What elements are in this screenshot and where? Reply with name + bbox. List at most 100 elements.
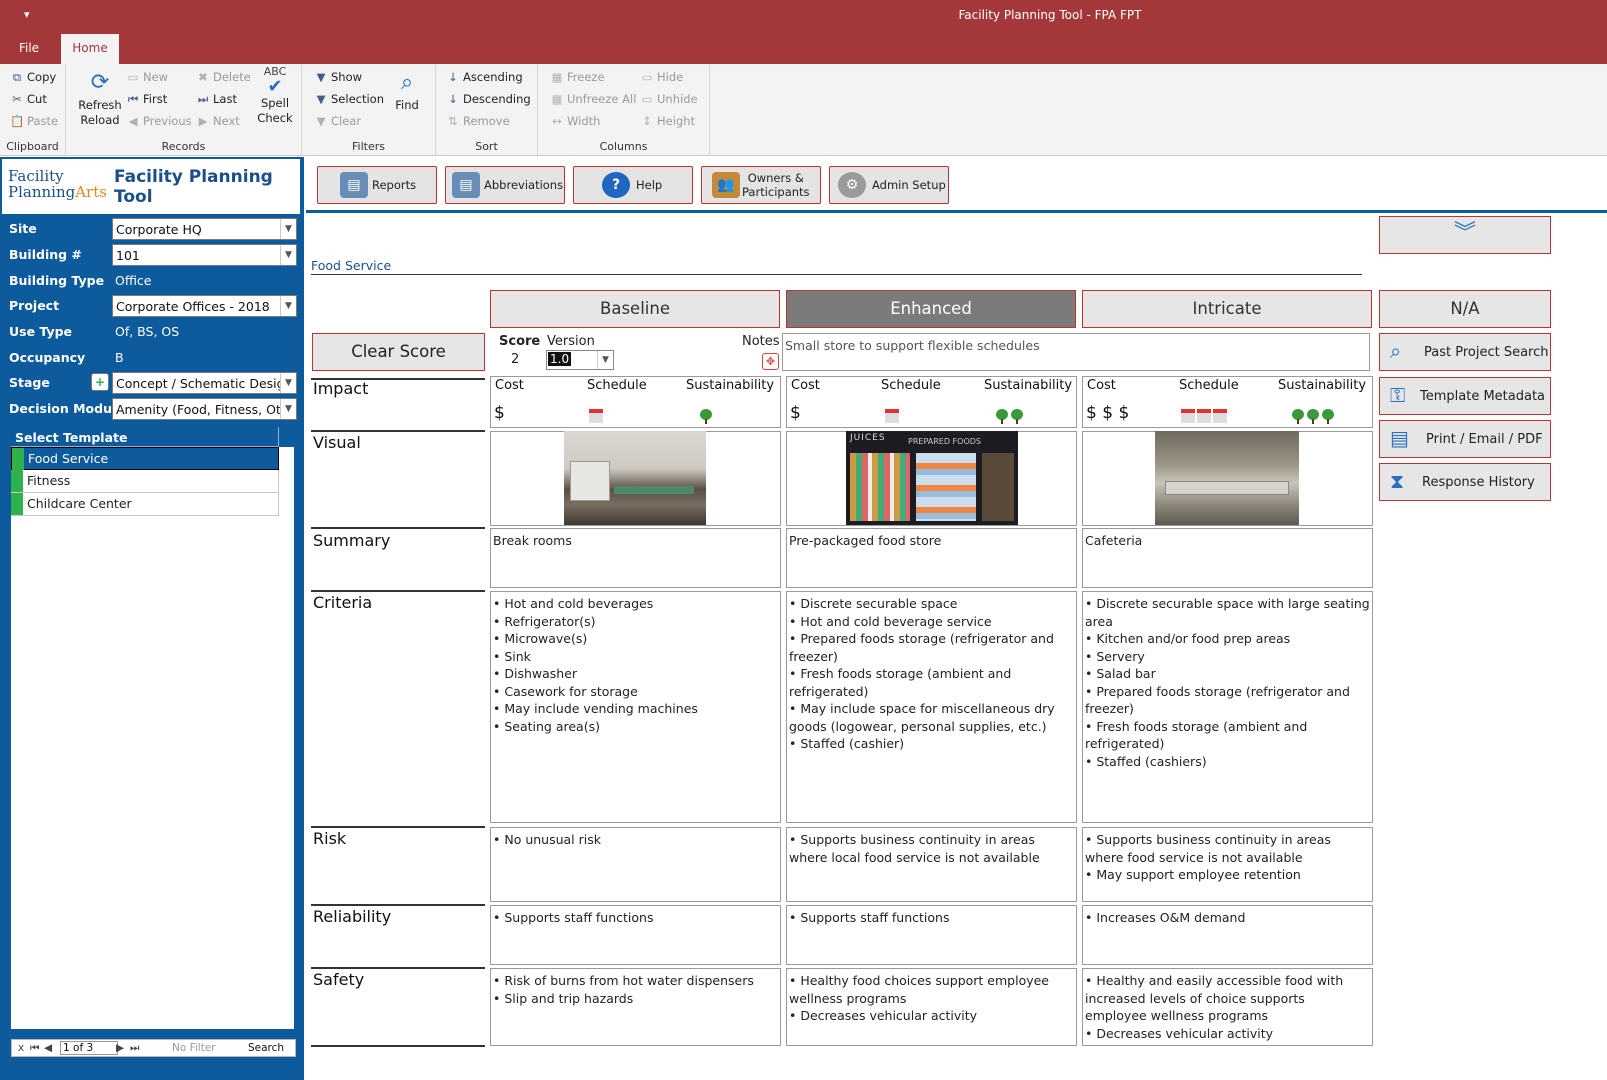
close-nav-icon[interactable]: x xyxy=(18,1042,24,1054)
cost-rating: $ xyxy=(790,403,801,423)
template-list-blank xyxy=(11,529,294,1029)
find-button[interactable]: ⌕ Find xyxy=(390,68,424,113)
last-icon: ⏭ xyxy=(197,92,209,106)
nav-prev-icon[interactable]: ◀ xyxy=(44,1042,52,1054)
template-item-food-service[interactable]: Food Service xyxy=(11,447,279,470)
bullet-item: • Supports staff functions xyxy=(789,910,950,925)
zoom-notes-icon[interactable]: ✥ xyxy=(762,353,779,370)
nav-next-icon[interactable]: ▶ xyxy=(116,1042,124,1054)
bullet-item: • Supports staff functions xyxy=(493,910,654,925)
criteria-enhanced: • Discrete securable space • Hot and cold… xyxy=(786,591,1077,823)
option-enhanced-button[interactable]: Enhanced xyxy=(786,290,1076,328)
freeze-button[interactable]: ▦ Freeze xyxy=(550,70,605,84)
cut-button[interactable]: ✂ Cut xyxy=(10,92,47,106)
template-item-childcare[interactable]: Childcare Center xyxy=(11,493,279,516)
impact-enhanced: Cost Schedule Sustainability $ xyxy=(786,376,1077,428)
bullet-item: • Fresh foods storage (ambient and refri… xyxy=(789,666,1012,699)
filter-clear-button[interactable]: ▼ Clear xyxy=(314,114,362,128)
spell-check-button[interactable]: ABC ✔ Spell Check xyxy=(254,66,296,126)
bullet-item: • Discrete securable space xyxy=(789,596,958,611)
nav-search-input[interactable]: Search xyxy=(248,1042,284,1054)
unfreeze-all-button[interactable]: ▦ Unfreeze All xyxy=(550,92,637,106)
no-filter-indicator[interactable]: No Filter xyxy=(172,1042,216,1054)
row-label-summary: Summary xyxy=(313,531,391,550)
chevron-down-icon[interactable]: ▼ xyxy=(280,245,296,265)
app-title: Facility Planning Tool xyxy=(114,167,273,207)
cost-rating: $ xyxy=(494,403,505,423)
bullet-item: • Risk of burns from hot water dispenser… xyxy=(493,973,754,988)
logo: Facility PlanningArts Facility Planning … xyxy=(2,159,300,214)
sort-descending-button[interactable]: ↓ Descending xyxy=(446,92,531,106)
admin-setup-button[interactable]: ⚙ Admin Setup xyxy=(829,166,949,204)
owners-participants-button[interactable]: 👥 Owners & Participants xyxy=(701,166,821,204)
previous-record-button[interactable]: ◀ Previous xyxy=(126,114,192,128)
option-na-button[interactable]: N/A xyxy=(1379,290,1551,328)
sustainability-tree-icons xyxy=(995,406,1025,426)
nav-first-icon[interactable]: ⏮ xyxy=(30,1042,39,1055)
delete-record-button[interactable]: ✖ Delete xyxy=(196,70,251,84)
clear-filter-icon: ▼ xyxy=(316,114,326,128)
refresh-button[interactable]: ⟳ Refresh Reload xyxy=(78,68,122,128)
option-baseline-button[interactable]: Baseline xyxy=(490,290,780,328)
stage-combo[interactable]: Concept / Schematic Design ▼ xyxy=(112,372,297,394)
clear-score-button[interactable]: Clear Score xyxy=(312,333,485,371)
help-button[interactable]: ? Help xyxy=(573,166,693,204)
row-label-reliability: Reliability xyxy=(313,907,392,926)
filter-selection-button[interactable]: ▼ Selection xyxy=(314,92,384,106)
sort-ascending-icon: ↓ xyxy=(448,70,458,84)
site-combo[interactable]: Corporate HQ ▼ xyxy=(112,218,297,240)
add-stage-icon[interactable]: + xyxy=(91,373,109,391)
next-record-button[interactable]: ▶ Next xyxy=(196,114,240,128)
records-group: ⟳ Refresh Reload ▭ New ✖ Delete ⏮ First ⏭ La… xyxy=(66,64,302,156)
hide-button[interactable]: ▭ Hide xyxy=(640,70,684,84)
column-width-button[interactable]: ↔ Width xyxy=(550,114,600,128)
sort-ascending-button[interactable]: ↓ Ascending xyxy=(446,70,522,84)
impact-baseline: Cost Schedule Sustainability $ xyxy=(490,376,781,428)
building-combo[interactable]: 101 ▼ xyxy=(112,244,297,266)
bullet-item: • Dishwasher xyxy=(493,666,578,681)
response-history-button[interactable]: ⧗ Response History xyxy=(1379,463,1551,501)
collapse-chevron-button[interactable]: ︾ xyxy=(1379,216,1551,254)
last-record-button[interactable]: ⏭ Last xyxy=(196,92,237,107)
template-metadata-button[interactable]: ⚿ Template Metadata xyxy=(1379,377,1551,415)
bullet-item: • Refrigerator(s) xyxy=(493,613,596,629)
chevron-down-icon[interactable]: ▼ xyxy=(597,351,613,369)
sort-remove-button[interactable]: ⇅ Remove xyxy=(446,114,510,128)
chevron-down-icon[interactable]: ▼ xyxy=(280,219,296,239)
option-intricate-button[interactable]: Intricate xyxy=(1082,290,1372,328)
bullet-item: • Casework for storage xyxy=(493,683,638,699)
building-row: Building # 101 ▼ xyxy=(9,244,299,266)
reports-button[interactable]: ▤ Reports xyxy=(317,166,437,204)
past-project-search-button[interactable]: ⌕ Past Project Search xyxy=(1379,333,1551,371)
paste-button[interactable]: 📋 Paste xyxy=(10,114,58,128)
chevron-down-icon[interactable]: ▼ xyxy=(280,399,296,419)
book-icon: ▤ xyxy=(452,172,480,198)
template-item-fitness[interactable]: Fitness xyxy=(11,470,279,493)
row-label-risk: Risk xyxy=(313,829,347,848)
calendar-icon xyxy=(1181,409,1195,423)
project-combo[interactable]: Corporate Offices - 2018 ▼ xyxy=(112,295,297,317)
tab-home[interactable]: Home xyxy=(61,34,119,64)
criteria-baseline: • Hot and cold beverages • Refrigerator(s… xyxy=(490,591,781,823)
copy-button[interactable]: ⧉ Copy xyxy=(10,70,56,85)
print-email-pdf-button[interactable]: ▤ Print / Email / PDF xyxy=(1379,420,1551,458)
record-position[interactable]: 1 of 3 xyxy=(60,1041,118,1055)
new-record-button[interactable]: ▭ New xyxy=(126,70,169,84)
next-icon: ▶ xyxy=(198,114,208,128)
notes-field[interactable]: Small store to support flexible schedule… xyxy=(782,333,1370,371)
bullet-item: • Prepared foods storage (refrigerator a… xyxy=(789,631,1054,664)
decision-module-combo[interactable]: Amenity (Food, Fitness, Other) ▼ xyxy=(112,398,297,420)
row-height-button[interactable]: ↕ Height xyxy=(640,114,695,128)
bullet-item: • Slip and trip hazards xyxy=(493,990,634,1006)
tree-icon xyxy=(699,408,713,424)
bullet-list: • Healthy food choices support employee … xyxy=(789,972,1074,1025)
version-combo[interactable]: 1.0 ▼ xyxy=(546,350,614,370)
abbreviations-button[interactable]: ▤ Abbreviations xyxy=(445,166,565,204)
chevron-down-icon[interactable]: ▼ xyxy=(280,373,296,393)
chevron-down-icon[interactable]: ▼ xyxy=(280,296,296,316)
unhide-button[interactable]: ▭ Unhide xyxy=(640,92,698,106)
filter-show-button[interactable]: ▼ Show xyxy=(314,70,362,84)
first-record-button[interactable]: ⏮ First xyxy=(126,92,167,107)
tab-file[interactable]: File xyxy=(0,34,58,64)
nav-last-icon[interactable]: ⏭ xyxy=(130,1042,139,1055)
